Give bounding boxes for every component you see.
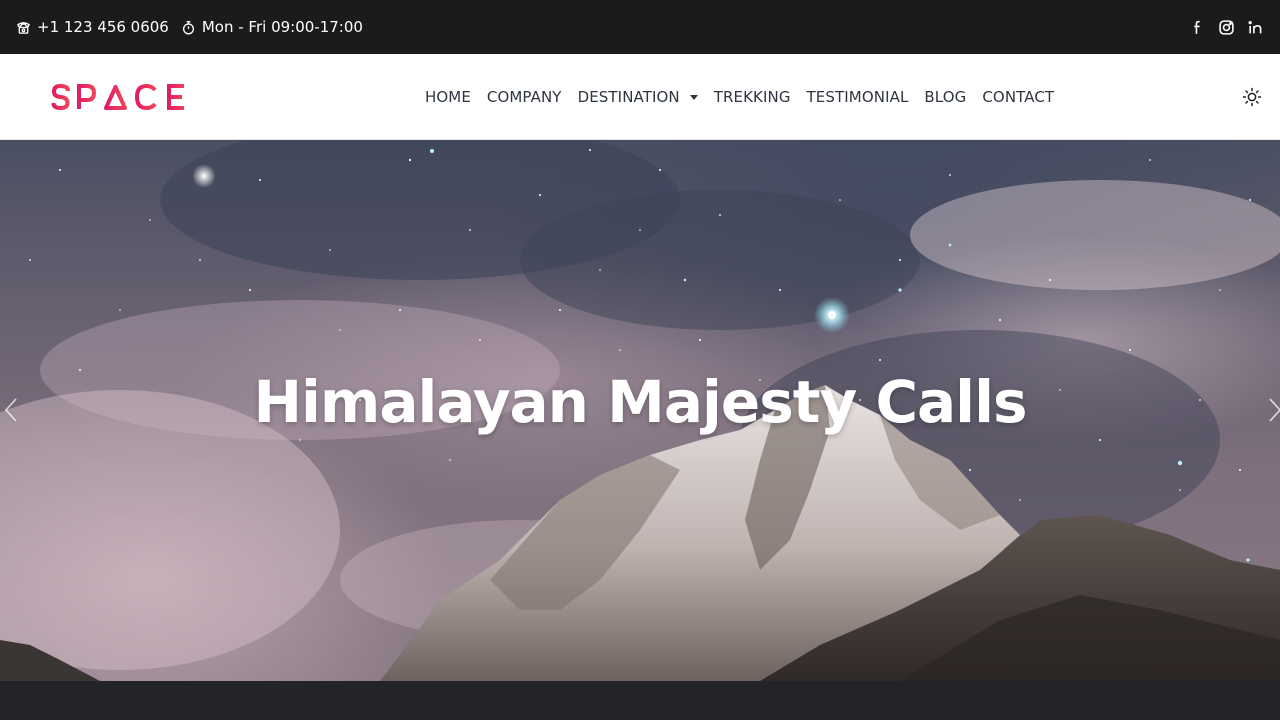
nav-home-label: HOME (425, 88, 471, 106)
sun-icon[interactable] (1242, 87, 1262, 107)
business-hours: Mon - Fri 09:00-17:00 (201, 18, 363, 36)
nav-destination-label: DESTINATION (577, 88, 680, 106)
caret-down-icon (689, 94, 698, 100)
section-strip (0, 681, 1280, 720)
social-links (1189, 19, 1264, 36)
phone-info[interactable]: +1 123 456 0606 (16, 18, 169, 36)
top-bar: +1 123 456 0606 Mon - Fri 09:00-17:00 (0, 0, 1280, 54)
contact-info: +1 123 456 0606 Mon - Fri 09:00-17:00 (16, 18, 363, 36)
main-navbar: HOME COMPANY DESTINATION TREKKING TESTIM… (0, 54, 1280, 140)
nav-contact[interactable]: CONTACT (982, 88, 1054, 106)
nav-trekking-label: TREKKING (713, 88, 791, 106)
primary-nav: HOME COMPANY DESTINATION TREKKING TESTIM… (425, 54, 1054, 140)
nav-trekking[interactable]: TREKKING (714, 88, 791, 106)
phone-number: +1 123 456 0606 (37, 18, 169, 36)
instagram-icon[interactable] (1218, 19, 1235, 36)
stopwatch-icon (182, 20, 194, 34)
facebook-icon[interactable] (1189, 19, 1206, 36)
chevron-right-icon[interactable] (1264, 395, 1280, 425)
linkedin-icon[interactable] (1247, 19, 1264, 36)
nav-company[interactable]: COMPANY (487, 88, 562, 106)
nav-blog-label: BLOG (924, 88, 967, 106)
hero-carousel: Himalayan Majesty Calls (0, 140, 1280, 681)
nav-company-label: COMPANY (486, 88, 562, 106)
brand-logo[interactable] (34, 82, 194, 112)
nav-contact-label: CONTACT (982, 88, 1055, 106)
nav-home[interactable]: HOME (425, 88, 471, 106)
chevron-left-icon[interactable] (2, 395, 22, 425)
phone-icon (17, 21, 30, 34)
hours-info: Mon - Fri 09:00-17:00 (181, 18, 363, 36)
hero-title: Himalayan Majesty Calls (253, 368, 1028, 436)
nav-blog[interactable]: BLOG (924, 88, 966, 106)
nav-testimonial[interactable]: TESTIMONIAL (807, 88, 909, 106)
nav-testimonial-label: TESTIMONIAL (806, 88, 909, 106)
nav-destination[interactable]: DESTINATION (578, 88, 698, 106)
